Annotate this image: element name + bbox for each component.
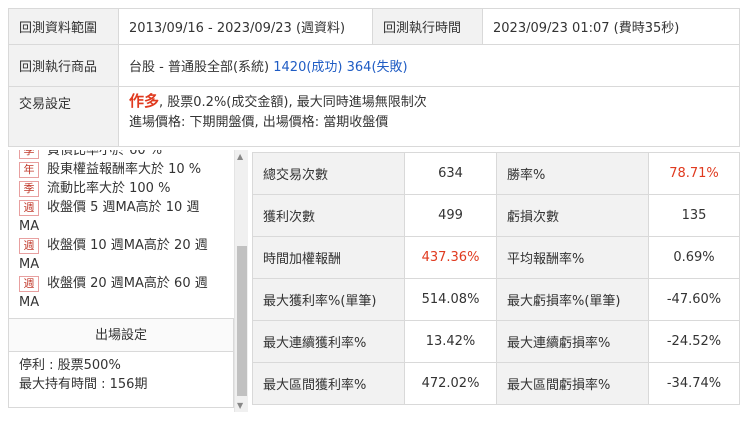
stats-row: 獲利次數 499 虧損次數 135 [252,194,740,237]
trade-line2: 進場價格: 下期開盤價, 出場價格: 當期收盤價 [129,115,389,130]
condition-item: 週收盤價 10 週MA高於 20 週MA [19,237,208,272]
stat-value: 514.08% [404,278,497,321]
trade-direction: 作多 [129,92,160,110]
product-scope: 台股 - 普通股全部(系統) [129,60,270,75]
stats-row: 最大獲利率%(單筆) 514.08% 最大虧損率%(單筆) -47.60% [252,278,740,321]
stats-row: 總交易次數 634 勝率% 78.71% [252,152,740,195]
stat-value: 13.42% [404,320,497,363]
product-success-link[interactable]: 1420(成功) [273,60,342,75]
scroll-up-arrow-icon[interactable]: ▲ [237,152,243,161]
condition-item: 週收盤價 20 週MA高於 60 週MA [19,275,208,310]
stat-value: 472.02% [404,362,497,405]
stat-label: 最大區間虧損率% [496,362,649,405]
stat-label: 時間加權報酬 [252,236,405,279]
stat-value: 437.36% [404,236,497,279]
stat-value: 78.71% [648,152,740,195]
backtest-info-table: 回測資料範圍 2013/09/16 - 2023/09/23 (週資料) 回測執… [8,8,740,147]
stat-label: 勝率% [496,152,649,195]
conditions-scrollbar[interactable]: ▲ ▼ [234,150,248,412]
trade-line1: , 股票0.2%(成交金額), 最大同時進場無限制次 [159,95,427,110]
stat-label: 最大連續獲利率% [252,320,405,363]
period-tag: 季 [19,180,39,197]
scroll-thumb[interactable] [237,246,247,396]
stats-row: 最大區間獲利率% 472.02% 最大區間虧損率% -34.74% [252,362,740,405]
product-value: 台股 - 普通股全部(系統) 1420(成功) 364(失敗) [118,44,740,87]
stat-label: 平均報酬率% [496,236,649,279]
trade-settings: 作多, 股票0.2%(成交金額), 最大同時進場無限制次 進場價格: 下期開盤價… [118,86,740,147]
stat-value: -34.74% [648,362,740,405]
exit-settings-title: 出場設定 [8,318,234,352]
condition-item: 年股東權益報酬率大於 10 % [9,160,234,179]
stat-value: -47.60% [648,278,740,321]
period-tag: 季 [19,150,39,159]
conditions-panel: 季負債比率小於 60 % 年股東權益報酬率大於 10 % 季流動比率大於 100… [8,150,250,408]
range-value: 2013/09/16 - 2023/09/23 (週資料) [118,8,373,45]
product-fail-link[interactable]: 364(失敗) [347,60,408,75]
trade-label: 交易設定 [8,86,119,147]
stats-row: 時間加權報酬 437.36% 平均報酬率% 0.69% [252,236,740,279]
period-tag: 週 [19,199,39,216]
stat-label: 最大區間獲利率% [252,362,405,405]
scroll-down-arrow-icon[interactable]: ▼ [237,401,243,410]
stat-value: 499 [404,194,497,237]
exit-max-hold: 最大持有時間 : 156期 [19,377,148,392]
stat-value: -24.52% [648,320,740,363]
stats-row: 最大連續獲利率% 13.42% 最大連續虧損率% -24.52% [252,320,740,363]
exec-time-value: 2023/09/23 01:07 (費時35秒) [482,8,740,45]
stat-label: 最大獲利率%(單筆) [252,278,405,321]
stat-label: 最大連續虧損率% [496,320,649,363]
condition-item: 週收盤價 5 週MA高於 10 週MA [19,199,200,234]
stat-value: 0.69% [648,236,740,279]
stat-label: 獲利次數 [252,194,405,237]
exit-take-profit: 停利 : 股票500% [19,358,121,373]
backtest-stats-table: 總交易次數 634 勝率% 78.71% 獲利次數 499 虧損次數 135 時… [252,152,740,405]
exec-time-label: 回測執行時間 [372,8,483,45]
condition-list: 季負債比率小於 60 % 年股東權益報酬率大於 10 % 季流動比率大於 100… [8,150,234,320]
period-tag: 年 [19,161,39,178]
period-tag: 週 [19,237,39,254]
condition-item: 季負債比率小於 60 % [9,150,234,160]
stat-value: 135 [648,194,740,237]
period-tag: 週 [19,275,39,292]
exit-settings-box: 停利 : 股票500% 最大持有時間 : 156期 [8,352,234,408]
range-label: 回測資料範圍 [8,8,119,45]
condition-item: 季流動比率大於 100 % [9,179,234,198]
stat-label: 總交易次數 [252,152,405,195]
stat-label: 虧損次數 [496,194,649,237]
product-label: 回測執行商品 [8,44,119,87]
stat-value: 634 [404,152,497,195]
stat-label: 最大虧損率%(單筆) [496,278,649,321]
